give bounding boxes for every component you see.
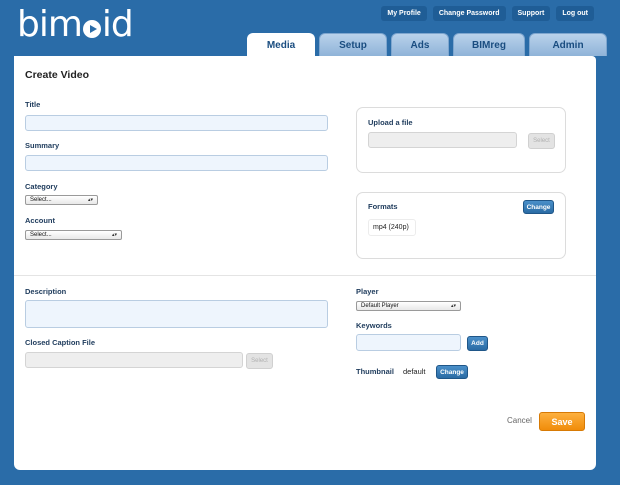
summary-label: Summary — [25, 141, 60, 150]
logo-text-left: bim — [17, 4, 83, 45]
select-arrows-icon: ▴▾ — [111, 232, 117, 238]
bimvid-logo: bim id — [17, 4, 134, 45]
upload-file-input — [368, 132, 517, 148]
cancel-link[interactable]: Cancel — [507, 416, 532, 425]
category-label: Category — [25, 182, 58, 191]
thumbnail-label: Thumbnail — [356, 367, 394, 376]
change-password-link[interactable]: Change Password — [432, 6, 506, 21]
caption-file-input — [25, 352, 243, 368]
account-select[interactable]: Select... ▴▾ — [25, 230, 122, 240]
tab-admin[interactable]: Admin — [529, 33, 607, 56]
summary-input[interactable] — [25, 155, 328, 171]
thumbnail-value: default — [403, 367, 426, 376]
keywords-input[interactable] — [356, 334, 461, 351]
format-item: mp4 (240p) — [368, 219, 416, 236]
formats-label: Formats — [368, 202, 398, 211]
player-selected: Default Player — [361, 303, 399, 309]
select-arrows-icon: ▴▾ — [450, 303, 456, 309]
account-label: Account — [25, 216, 55, 225]
tab-bimreg[interactable]: BIMreg — [453, 33, 525, 56]
play-icon — [82, 19, 101, 38]
logo-text-right: id — [101, 4, 134, 45]
log-out-link[interactable]: Log out — [556, 6, 594, 21]
save-button[interactable]: Save — [539, 412, 585, 431]
tab-setup[interactable]: Setup — [319, 33, 387, 56]
add-keyword-button[interactable]: Add — [467, 336, 488, 351]
description-textarea[interactable] — [25, 300, 328, 328]
content-panel: Create Video Title Summary Category Sele… — [14, 56, 596, 470]
category-select[interactable]: Select... ▴▾ — [25, 195, 98, 205]
thumbnail-change-button[interactable]: Change — [436, 365, 468, 379]
upload-label: Upload a file — [368, 118, 413, 127]
select-arrows-icon: ▴▾ — [87, 197, 93, 203]
title-input[interactable] — [25, 115, 328, 131]
caption-select-button[interactable]: Select — [246, 353, 273, 369]
page-title: Create Video — [25, 69, 89, 81]
category-selected: Select... — [30, 197, 52, 203]
title-label: Title — [25, 100, 41, 109]
top-nav: My Profile Change Password Support Log o… — [381, 6, 594, 21]
keywords-label: Keywords — [356, 321, 392, 330]
player-label: Player — [356, 287, 379, 296]
description-label: Description — [25, 287, 67, 296]
my-profile-link[interactable]: My Profile — [381, 6, 427, 21]
tab-ads[interactable]: Ads — [391, 33, 449, 56]
support-link[interactable]: Support — [511, 6, 551, 21]
tab-media[interactable]: Media — [247, 33, 315, 56]
formats-change-button[interactable]: Change — [523, 200, 554, 214]
caption-label: Closed Caption File — [25, 338, 96, 347]
account-selected: Select... — [30, 232, 52, 238]
player-select[interactable]: Default Player ▴▾ — [356, 301, 461, 311]
upload-select-button[interactable]: Select — [528, 133, 555, 149]
main-tabs: Media Setup Ads BIMreg Admin — [247, 33, 607, 56]
section-divider — [14, 275, 596, 276]
